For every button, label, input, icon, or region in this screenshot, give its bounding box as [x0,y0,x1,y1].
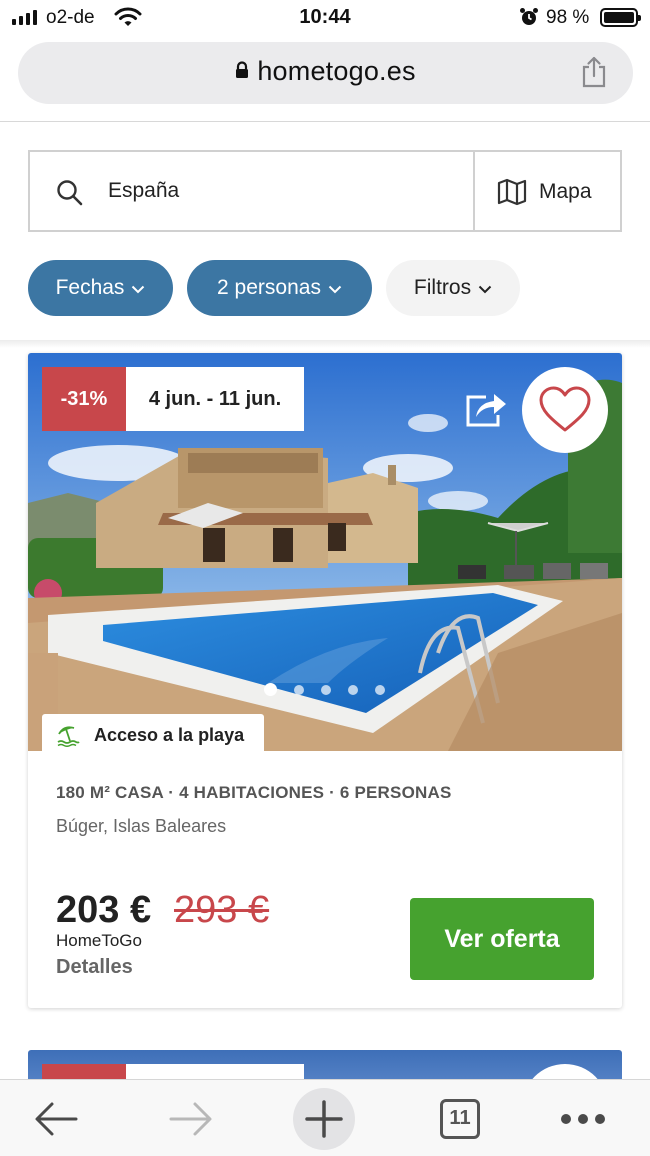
details-link[interactable]: Detalles [56,956,133,979]
browser-toolbar: 11 [0,1079,650,1156]
original-price: 293 € [174,889,270,931]
chevron-down-icon [132,285,145,293]
map-icon [497,178,527,206]
current-price: 203 € [56,889,152,931]
back-button[interactable] [25,1080,87,1156]
search-value: España [108,179,180,202]
battery-icon [600,8,641,27]
guests-filter-button[interactable]: 2 personas [187,260,372,316]
battery-percentage: 98 % [546,7,590,28]
url-text: hometogo.es [257,56,416,86]
carousel-dot[interactable] [264,683,277,696]
search-icon [57,180,83,206]
listing-card[interactable]: -31% 4 jun. - 11 jun. Acceso a la playa … [28,353,622,1008]
carousel-dot[interactable] [321,684,331,695]
forward-arrow-icon [169,1102,212,1135]
search-bar: España Mapa [28,150,622,232]
listing-specs: 180 M² CASA · 4 HABITACIONES · 6 PERSONA… [56,783,452,802]
dates-filter-button[interactable]: Fechas [28,260,173,316]
status-bar: o2-de 10:44 98 % [0,0,650,36]
amenity-label: Acceso a la playa [94,724,245,745]
tabs-button[interactable]: 11 [429,1080,491,1156]
plus-icon [305,1099,343,1138]
share-icon[interactable] [581,56,607,88]
provider-name: HomeToGo [56,931,142,950]
view-offer-button[interactable]: Ver oferta [410,898,594,980]
carousel-dot[interactable] [375,684,385,695]
beach-umbrella-icon [57,726,80,747]
chevron-down-icon [478,285,492,293]
dates-badge: 4 jun. - 11 jun. [126,367,304,431]
divider [0,121,650,122]
divider [0,340,650,348]
more-button[interactable] [552,1080,614,1156]
chevron-down-icon [328,285,342,293]
new-tab-button[interactable] [293,1080,355,1156]
page: o2-de 10:44 98 % hometogo.es España Mapa… [0,0,650,1156]
more-icon [561,1113,605,1124]
carousel-dot[interactable] [348,684,358,695]
filter-label: Fechas [55,276,125,299]
lock-icon [236,61,249,79]
listing-photo[interactable]: -31% 4 jun. - 11 jun. Acceso a la playa [28,353,622,751]
map-label: Mapa [539,180,592,203]
favorite-button[interactable] [522,367,608,453]
map-button[interactable]: Mapa [475,152,620,230]
address-bar[interactable]: hometogo.es [18,42,633,104]
tabs-icon: 11 [440,1098,480,1139]
back-arrow-icon [35,1102,78,1135]
search-input[interactable]: España [30,152,475,230]
forward-button[interactable] [160,1080,222,1156]
discount-badge: -31% [42,367,126,431]
alarm-icon [520,8,538,25]
carousel-dot[interactable] [294,684,304,695]
url-display[interactable]: hometogo.es [18,56,633,87]
carousel-dots [264,683,385,696]
listing-location: Búger, Islas Baleares [56,816,227,836]
filter-label: 2 personas [217,276,321,299]
share-icon[interactable] [464,389,508,429]
heart-icon [539,386,591,432]
filter-label: Filtros [413,276,472,299]
more-filters-button[interactable]: Filtros [386,260,520,316]
amenity-badge: Acceso a la playa [42,714,264,751]
